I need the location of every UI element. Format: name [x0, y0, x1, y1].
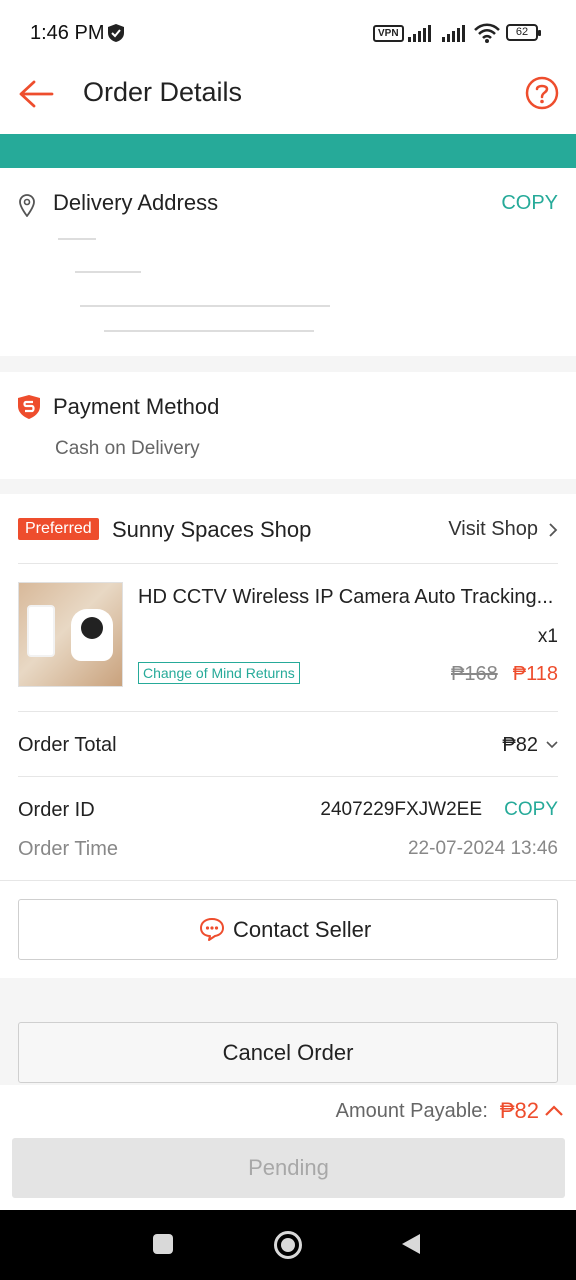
bottom-bar: Amount Payable: ₱82 Pending — [0, 1085, 576, 1210]
signal-icon — [408, 25, 431, 42]
chat-bubble-icon — [200, 918, 224, 941]
chevron-down-icon[interactable] — [545, 740, 559, 750]
location-pin-icon — [19, 194, 35, 217]
redacted-address — [58, 238, 96, 240]
order-total-value[interactable]: ₱82 — [502, 734, 538, 757]
vpn-indicator: VPN — [373, 25, 404, 42]
back-arrow-icon[interactable] — [18, 79, 54, 109]
amount-payable-label: Amount Payable: — [335, 1100, 488, 1122]
divider — [0, 880, 576, 881]
battery-icon: 62 — [506, 24, 541, 41]
recents-icon[interactable] — [153, 1234, 173, 1254]
contact-seller-label: Contact Seller — [233, 917, 372, 942]
payment-shield-icon — [18, 395, 40, 419]
visit-shop-link[interactable]: Visit Shop — [448, 518, 538, 541]
home-icon[interactable] — [273, 1230, 303, 1260]
redacted-address — [104, 330, 314, 332]
delivery-address-label: Delivery Address — [53, 190, 219, 215]
status-bar: 1:46 PM VPN 62 — [0, 0, 576, 66]
order-time-value: 22-07-2024 13:46 — [407, 838, 558, 859]
payment-method-label: Payment Method — [53, 394, 220, 419]
pending-button[interactable]: Pending — [12, 1138, 565, 1198]
amount-payable-value[interactable]: ₱82 — [500, 1098, 539, 1124]
status-time: 1:46 PM — [30, 22, 105, 44]
page-title: Order Details — [83, 77, 243, 107]
cancel-order-button[interactable]: Cancel Order — [18, 1022, 558, 1083]
divider — [18, 563, 558, 564]
product-thumbnail[interactable] — [18, 582, 123, 687]
delivery-address-section: Delivery Address COPY — [0, 168, 576, 356]
redacted-address — [75, 271, 141, 273]
payment-method-section: Payment Method Cash on Delivery — [0, 372, 576, 479]
order-time-label: Order Time — [18, 838, 119, 860]
product-price: ₱118 — [512, 663, 558, 685]
returns-tag: Change of Mind Returns — [138, 662, 300, 684]
order-id-value: 2407229FXJW2EE — [320, 799, 482, 820]
shield-status-icon — [108, 24, 124, 42]
product-quantity: x1 — [537, 626, 558, 647]
divider — [18, 776, 558, 777]
chevron-right-icon[interactable] — [548, 522, 558, 538]
help-icon[interactable] — [525, 76, 559, 110]
payment-method-value: Cash on Delivery — [55, 438, 200, 459]
original-price: ₱168 — [451, 663, 498, 685]
copy-order-id-button[interactable]: COPY — [504, 799, 558, 821]
divider — [18, 711, 558, 712]
signal-icon — [442, 25, 465, 42]
copy-address-button[interactable]: COPY — [501, 192, 558, 215]
chevron-up-icon[interactable] — [544, 1104, 564, 1118]
order-card: Preferred Sunny Spaces Shop Visit Shop H… — [0, 494, 576, 978]
order-status-banner — [0, 134, 576, 168]
redacted-address — [80, 305, 330, 307]
order-id-label: Order ID — [18, 799, 95, 821]
preferred-badge: Preferred — [18, 518, 99, 540]
shop-name[interactable]: Sunny Spaces Shop — [112, 517, 311, 543]
app-header: Order Details — [0, 66, 576, 134]
system-nav-bar — [0, 1210, 576, 1280]
back-triangle-icon[interactable] — [400, 1232, 422, 1256]
order-total-label: Order Total — [18, 734, 117, 756]
wifi-icon — [474, 23, 500, 43]
contact-seller-button[interactable]: Contact Seller — [18, 899, 558, 960]
product-name[interactable]: HD CCTV Wireless IP Camera Auto Tracking… — [138, 586, 558, 609]
